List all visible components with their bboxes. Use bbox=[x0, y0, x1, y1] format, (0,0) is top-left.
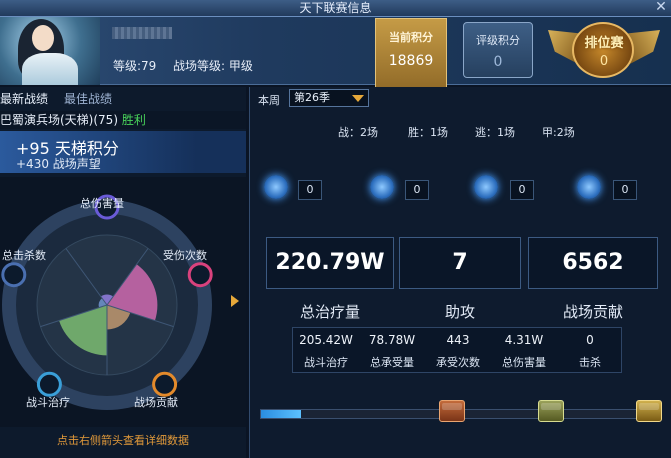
detail-value-damage: 4.31W bbox=[504, 333, 544, 347]
contribution-value: 6562 bbox=[528, 237, 658, 289]
record-tier: 甲:2场 bbox=[542, 126, 575, 139]
ranking-value: 0 bbox=[599, 54, 609, 69]
match-result: 胜利 bbox=[121, 113, 146, 127]
record-battles: 战：2场 bbox=[338, 126, 378, 139]
medal-count-3: 0 bbox=[510, 180, 534, 200]
radar-orb-2 bbox=[187, 262, 213, 288]
total-healing-caption: 总治疗量 bbox=[299, 303, 360, 321]
radar-label-kills: 总击杀数 bbox=[2, 249, 46, 262]
player-name-redacted bbox=[112, 27, 172, 39]
chest-icon-2[interactable] bbox=[538, 400, 564, 422]
record-fled: 逃：1场 bbox=[475, 126, 515, 139]
arena-prestige: +430 战场声望 bbox=[16, 157, 101, 171]
radar-area: 总伤害量 受伤次数 战场贡献 战斗治疗 总击杀数 bbox=[0, 177, 246, 427]
record-tabs: 最新战绩 最佳战绩 bbox=[0, 87, 246, 109]
close-button[interactable]: ✕ bbox=[653, 0, 669, 16]
detail-value-kills: 0 bbox=[586, 333, 594, 347]
detail-stats: 205.42W 78.78W 443 4.31W 0 战斗治疗 总承受量 承受次… bbox=[292, 327, 622, 373]
radar-orb-4 bbox=[36, 371, 62, 397]
window-title: 天下联赛信息 bbox=[299, 1, 372, 15]
ranking-label: 排位赛 bbox=[584, 36, 624, 51]
radar-label-contribution: 战场贡献 bbox=[134, 396, 178, 409]
detail-label-kills: 击杀 bbox=[579, 356, 601, 369]
reward-box: +95 天梯积分 +430 战场声望 bbox=[0, 131, 246, 173]
radar-label-damage: 总伤害量 bbox=[80, 197, 124, 210]
match-row[interactable]: 巴蜀演兵场(天梯)(75) 胜利 bbox=[0, 111, 246, 129]
medal-count-4: 0 bbox=[613, 180, 637, 200]
rated-points-badge: 评级积分 0 bbox=[463, 22, 533, 78]
season-value: 第26季 bbox=[294, 91, 330, 104]
assists-caption: 助攻 bbox=[444, 303, 475, 321]
handshake-icon bbox=[577, 175, 601, 199]
season-record: 战：2场 胜：1场 逃：1场 甲:2场 bbox=[320, 122, 600, 140]
radar-orb-3 bbox=[152, 371, 178, 397]
current-points-label: 当前积分 bbox=[389, 31, 433, 44]
detail-label-taken: 总承受量 bbox=[370, 356, 414, 369]
radar-chart bbox=[1, 194, 213, 410]
current-points-value: 18869 bbox=[388, 53, 434, 69]
reward-progress-fill bbox=[261, 410, 301, 418]
tab-best-record[interactable]: 最佳战绩 bbox=[64, 90, 112, 107]
radar-label-healing: 战斗治疗 bbox=[26, 396, 70, 409]
record-wins: 胜：1场 bbox=[408, 126, 448, 139]
expand-arrow-icon[interactable] bbox=[231, 295, 239, 307]
medal-count-1: 0 bbox=[298, 180, 322, 200]
assists-value: 7 bbox=[399, 237, 521, 289]
detail-label-hits: 承受次数 bbox=[436, 356, 480, 369]
window-titlebar: 天下联赛信息 ✕ bbox=[0, 0, 671, 17]
player-avatar bbox=[0, 17, 100, 85]
chest-icon-3[interactable] bbox=[636, 400, 662, 422]
total-healing-value: 220.79W bbox=[266, 237, 394, 289]
week-label: 本周 bbox=[258, 94, 280, 107]
warrior-icon bbox=[474, 175, 498, 199]
player-level: 等级:79 bbox=[113, 59, 157, 73]
season-select[interactable]: 第26季 bbox=[289, 89, 369, 107]
radar-label-hits-taken: 受伤次数 bbox=[163, 249, 207, 262]
match-panel: 最新战绩 最佳战绩 巴蜀演兵场(天梯)(75) 胜利 +95 天梯积分 +430… bbox=[0, 87, 246, 458]
dragon-icon bbox=[370, 175, 394, 199]
detail-value-taken: 78.78W bbox=[368, 333, 416, 347]
ranking-badge: 排位赛 0 bbox=[548, 20, 660, 80]
rated-points-label: 评级积分 bbox=[476, 34, 520, 47]
match-name: 巴蜀演兵场(天梯)(75) bbox=[0, 113, 118, 127]
tab-latest-record[interactable]: 最新战绩 bbox=[0, 90, 48, 107]
rated-points-value: 0 bbox=[493, 54, 503, 70]
crossed-swords-icon bbox=[264, 175, 288, 199]
arena-level: 战场等级: 甲级 bbox=[173, 59, 253, 73]
detail-value-battle-heal: 205.42W bbox=[299, 333, 353, 347]
detail-hint: 点击右侧箭头查看详细数据 bbox=[57, 434, 189, 447]
radar-orb-5 bbox=[1, 262, 27, 288]
detail-label-battle-heal: 战斗治疗 bbox=[304, 356, 348, 369]
chest-icon-1[interactable] bbox=[439, 400, 465, 422]
season-panel: 本周 第26季 战：2场 胜：1场 逃：1场 甲:2场 0 0 0 0 220.… bbox=[249, 87, 671, 458]
detail-value-hits: 443 bbox=[446, 333, 470, 347]
medal-count-2: 0 bbox=[405, 180, 429, 200]
detail-label-damage: 总伤害量 bbox=[502, 356, 546, 369]
dropdown-arrow-icon bbox=[352, 95, 364, 102]
contribution-caption: 战场贡献 bbox=[562, 303, 623, 321]
